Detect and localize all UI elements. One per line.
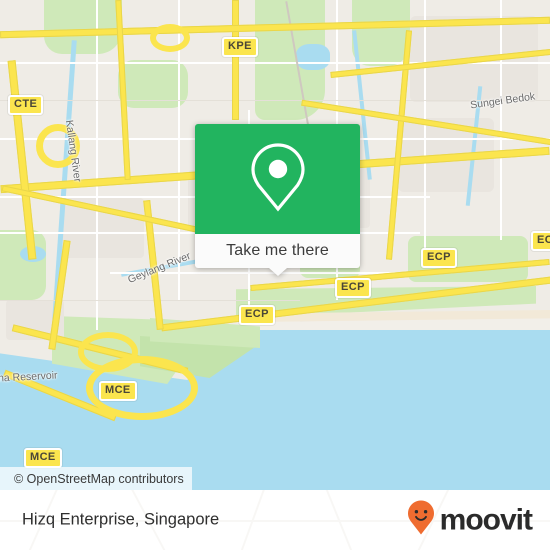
map-highway-ramp-d (150, 24, 190, 52)
map-pin-icon (249, 141, 307, 218)
moovit-brand[interactable]: moovit (406, 500, 533, 541)
map-highway-ramp-c (78, 332, 138, 372)
map-minor-road (500, 0, 502, 240)
map-shield-mce: MCE (24, 448, 62, 468)
moovit-pin-smiley-icon (406, 500, 436, 541)
map-park-northwest (44, 0, 122, 54)
map-shield-ecp: ECP (531, 231, 550, 251)
callout-tail-pointer (268, 268, 287, 276)
map-canvas[interactable]: CTEKPEECPECPECPECPMCEMCE Sungei BedokKal… (0, 0, 550, 490)
map-park-west (0, 230, 46, 300)
map-shield-mce: MCE (99, 381, 137, 401)
map-shield-ecp: ECP (335, 278, 371, 298)
osm-attribution[interactable]: © OpenStreetMap contributors (0, 467, 192, 490)
location-callout-card[interactable]: Take me there (195, 124, 360, 276)
map-park-east (352, 0, 410, 66)
map-shield-cte: CTE (8, 95, 44, 115)
map-track (0, 100, 550, 101)
osm-attribution-text: © OpenStreetMap contributors (14, 471, 184, 486)
take-me-there-button[interactable]: Take me there (195, 234, 360, 268)
footer-bar: Hizq Enterprise, Singapore moovit (0, 490, 550, 550)
map-minor-road (424, 0, 426, 260)
moovit-wordmark: moovit (439, 503, 533, 536)
map-track (0, 300, 300, 301)
place-title: Hizq Enterprise, Singapore (22, 510, 220, 529)
map-reservoir (296, 44, 330, 70)
map-shield-ecp: ECP (421, 248, 457, 268)
map-shield-ecp: ECP (239, 305, 275, 325)
take-me-there-label: Take me there (226, 242, 329, 259)
map-shield-kpe: KPE (222, 37, 258, 57)
moovit-map-screen: CTEKPEECPECPECPECPMCEMCE Sungei BedokKal… (0, 0, 550, 550)
map-minor-road (96, 0, 98, 330)
map-highway-kpe (232, 0, 239, 120)
callout-image-panel (195, 124, 360, 234)
